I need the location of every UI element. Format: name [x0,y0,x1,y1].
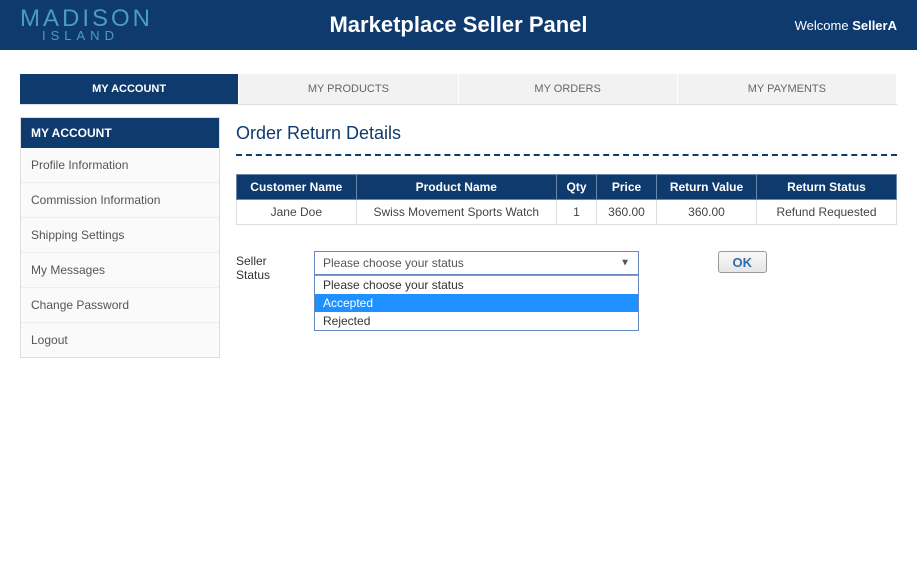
td-qty: 1 [557,200,597,225]
dropdown-option-placeholder[interactable]: Please choose your status [315,276,638,294]
content: MY ACCOUNT Profile Information Commissio… [0,117,917,358]
td-customer: Jane Doe [237,200,357,225]
status-select-wrap: Please choose your status ▼ Please choos… [314,251,639,331]
header: MADISON ISLAND Marketplace Seller Panel … [0,0,917,50]
td-return-status: Refund Requested [757,200,897,225]
tab-my-products[interactable]: MY PRODUCTS [239,74,458,104]
table-header-row: Customer Name Product Name Qty Price Ret… [237,175,897,200]
sidebar-item-logout[interactable]: Logout [21,323,219,357]
welcome-user: SellerA [852,18,897,33]
page-title: Order Return Details [236,117,897,154]
welcome-prefix: Welcome [795,18,853,33]
dropdown-option-accepted[interactable]: Accepted [315,294,638,312]
ok-button[interactable]: OK [718,251,768,273]
status-row: Seller Status Please choose your status … [236,251,897,331]
sidebar-item-messages[interactable]: My Messages [21,253,219,288]
th-qty: Qty [557,175,597,200]
welcome-text: Welcome SellerA [795,18,897,33]
status-dropdown: Please choose your status Accepted Rejec… [314,275,639,331]
tab-my-account[interactable]: MY ACCOUNT [20,74,239,104]
return-table: Customer Name Product Name Qty Price Ret… [236,174,897,225]
th-customer: Customer Name [237,175,357,200]
chevron-down-icon: ▼ [620,258,630,269]
divider [236,154,897,156]
status-select[interactable]: Please choose your status ▼ [314,251,639,275]
th-return-status: Return Status [757,175,897,200]
sidebar-item-profile[interactable]: Profile Information [21,148,219,183]
th-price: Price [597,175,657,200]
tab-my-orders[interactable]: MY ORDERS [459,74,678,104]
sidebar-header: MY ACCOUNT [21,118,219,148]
th-return-value: Return Value [657,175,757,200]
sidebar-item-password[interactable]: Change Password [21,288,219,323]
dropdown-option-rejected[interactable]: Rejected [315,312,638,330]
sidebar-item-shipping[interactable]: Shipping Settings [21,218,219,253]
status-label: Seller Status [236,251,304,282]
sidebar-item-commission[interactable]: Commission Information [21,183,219,218]
main: Order Return Details Customer Name Produ… [236,117,897,358]
status-selected-text: Please choose your status [323,256,464,270]
sidebar: MY ACCOUNT Profile Information Commissio… [20,117,220,358]
logo: MADISON ISLAND [0,8,153,41]
main-nav: MY ACCOUNT MY PRODUCTS MY ORDERS MY PAYM… [20,74,897,105]
td-return-value: 360.00 [657,200,757,225]
td-price: 360.00 [597,200,657,225]
th-product: Product Name [356,175,556,200]
status-select-display: Please choose your status ▼ [315,252,638,274]
td-product: Swiss Movement Sports Watch [356,200,556,225]
tab-my-payments[interactable]: MY PAYMENTS [678,74,897,104]
table-row: Jane Doe Swiss Movement Sports Watch 1 3… [237,200,897,225]
page-header-title: Marketplace Seller Panel [329,12,587,38]
